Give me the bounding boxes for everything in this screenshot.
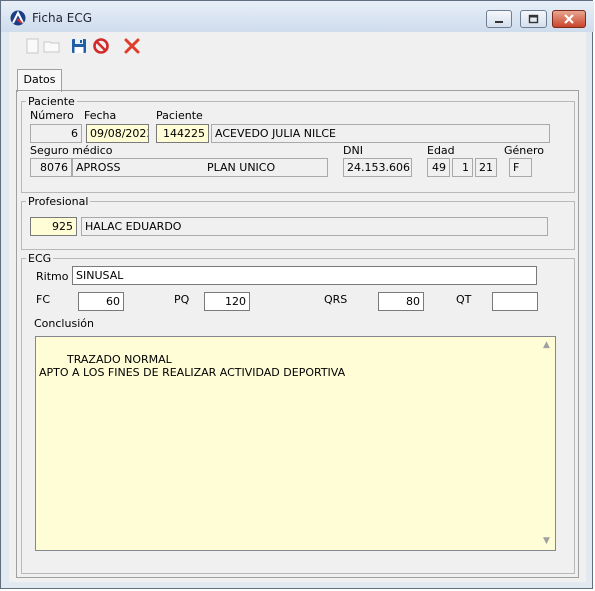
app-logo-icon [10,10,26,26]
fecha-label: Fecha [84,109,117,122]
edad-years-field: 49 [427,158,450,177]
conclusion-scrollbar[interactable]: ▲ ▼ [538,337,555,550]
edad-months-field: 1 [452,158,473,177]
fc-label: FC [36,293,51,306]
cancel-icon [93,38,109,54]
paciente-label: Paciente [156,109,203,122]
qrs-label: QRS [324,293,348,306]
scroll-up-arrow-icon[interactable]: ▲ [538,337,555,354]
qt-label: QT [456,293,472,306]
numero-label: Número [30,109,74,122]
seguro-field: APROSS PLAN UNICO [72,158,328,177]
seguro-name: APROSS [76,161,121,174]
fecha-field[interactable]: 09/08/2023 [86,124,149,143]
ritmo-label: Ritmo [36,270,69,283]
qrs-field[interactable]: 80 [378,292,424,311]
ritmo-field[interactable]: SINUSAL [72,266,537,285]
dni-field: 24.153.606 [343,158,412,177]
tab-panel-datos: Paciente Número Fecha Paciente 6 09/08/2… [16,90,579,578]
tab-datos[interactable]: Datos [17,69,62,92]
minimize-button[interactable] [486,10,512,28]
numero-field: 6 [30,124,82,143]
scroll-down-arrow-icon[interactable]: ▼ [538,533,555,550]
seguro-label: Seguro médico [30,144,113,157]
cancel-button[interactable] [91,36,111,56]
qt-field[interactable] [492,292,538,311]
window-title: Ficha ECG [32,11,92,25]
minimize-icon [487,11,511,27]
toolbar [9,32,586,60]
pq-label: PQ [174,293,190,306]
folder-icon [43,41,60,53]
maximize-button[interactable] [520,10,547,28]
edad-label: Edad [427,144,455,157]
tab-datos-label: Datos [23,73,56,86]
edad-days-field: 21 [475,158,497,177]
new-document-icon [26,38,39,54]
conclusion-memo[interactable]: TRAZADO NORMAL APTO A LOS FINES DE REALI… [35,336,556,551]
open-button[interactable] [42,36,62,56]
maximize-icon [521,11,546,27]
genero-label: Género [504,144,545,157]
delete-button[interactable] [122,36,142,56]
profesional-name-field: HALAC EDUARDO [81,217,548,236]
close-button[interactable] [552,10,586,28]
paciente-code-field[interactable]: 144225 [156,124,209,143]
close-icon [553,11,585,27]
conclusion-label: Conclusión [34,317,94,330]
profesional-code-field[interactable]: 925 [30,217,77,236]
pq-field[interactable]: 120 [204,292,250,311]
paciente-group-legend: Paciente [28,95,75,108]
save-button[interactable] [69,36,89,56]
seguro-plan: PLAN UNICO [207,161,276,174]
ecg-group-legend: ECG [28,252,52,265]
delete-icon [124,38,140,54]
save-icon [72,39,86,53]
seguro-code-field: 8076 [30,158,72,177]
genero-field: F [509,158,532,177]
form-client-area: Datos Paciente Número Fecha Paciente 6 0… [9,59,586,582]
new-button[interactable] [23,36,43,56]
fc-field[interactable]: 60 [78,292,124,311]
profesional-group-legend: Profesional [28,195,89,208]
title-bar[interactable]: Ficha ECG [1,1,594,32]
dni-label: DNI [343,144,363,157]
ecg-window: Ficha ECG Datos Paciente Número Fecha Pa… [0,0,594,589]
paciente-name-field: ACEVEDO JULIA NILCE [211,124,550,143]
conclusion-text: TRAZADO NORMAL APTO A LOS FINES DE REALI… [39,353,346,379]
